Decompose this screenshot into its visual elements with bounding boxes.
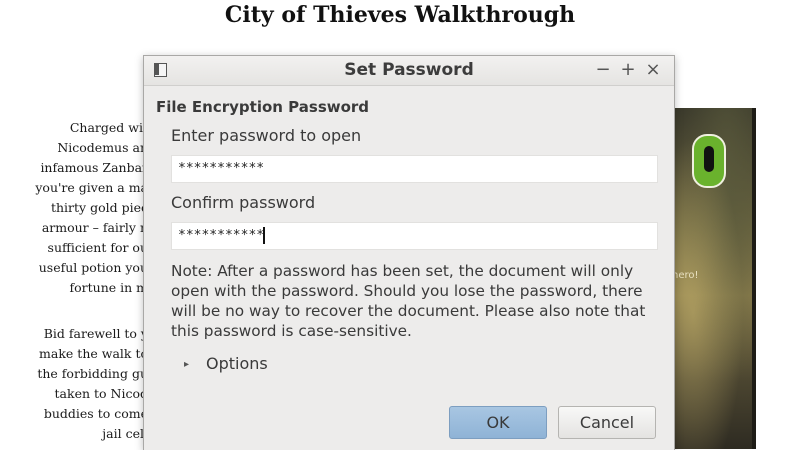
document-line: sufficient for ou bbox=[47, 240, 148, 255]
confirm-password-label: Confirm password bbox=[171, 193, 316, 212]
document-line: Nicodemus an bbox=[57, 140, 148, 155]
section-title: File Encryption Password bbox=[156, 98, 370, 116]
document-line: buddies to come bbox=[43, 406, 148, 421]
document-line: you're given a ma bbox=[35, 180, 148, 195]
password-input[interactable]: *********** bbox=[171, 155, 658, 183]
cancel-button[interactable]: Cancel bbox=[558, 406, 656, 439]
document-line: fortune in m bbox=[69, 280, 149, 295]
ok-button[interactable]: OK bbox=[449, 406, 547, 439]
confirm-password-input[interactable]: *********** bbox=[171, 222, 658, 250]
triangle-right-icon: ▸ bbox=[184, 359, 190, 370]
document-line: taken to Nicod bbox=[54, 386, 148, 401]
set-password-dialog: Set Password − + × File Encryption Passw… bbox=[143, 55, 675, 450]
document-line: armour – fairly n bbox=[41, 220, 148, 235]
password-value: *********** bbox=[178, 161, 265, 176]
options-expander[interactable]: ▸ Options bbox=[184, 354, 268, 373]
document-line: Charged wit bbox=[69, 120, 148, 135]
document-line: make the walk to bbox=[39, 346, 148, 361]
options-label: Options bbox=[206, 354, 268, 373]
document-title: City of Thieves Walkthrough bbox=[224, 2, 576, 28]
close-button[interactable]: × bbox=[644, 59, 662, 80]
password-note: Note: After a password has been set, the… bbox=[171, 262, 646, 340]
document-line: infamous Zanbar bbox=[40, 160, 148, 175]
puffin-logo-icon bbox=[692, 134, 726, 188]
confirm-password-value: *********** bbox=[178, 228, 265, 243]
book-cover-caption: hero! bbox=[672, 270, 699, 281]
document-paragraph-1: Charged wit Nicodemus an infamous Zanbar… bbox=[0, 118, 152, 298]
document-paragraph-2: Bid farewell to y make the walk to the f… bbox=[0, 324, 152, 444]
document-line: thirty gold piec bbox=[50, 200, 148, 215]
document-line: the forbidding gu bbox=[37, 366, 148, 381]
minimize-button[interactable]: − bbox=[594, 59, 612, 80]
password-label: Enter password to open bbox=[171, 126, 362, 145]
dialog-titlebar[interactable]: Set Password − + × bbox=[144, 56, 674, 86]
text-cursor bbox=[263, 227, 266, 244]
document-line: useful potion you bbox=[38, 260, 148, 275]
document-line: Bid farewell to y bbox=[43, 326, 148, 341]
document-line: jail cell bbox=[102, 426, 148, 441]
book-cover-image: hero! bbox=[668, 108, 756, 449]
maximize-button[interactable]: + bbox=[619, 59, 637, 80]
